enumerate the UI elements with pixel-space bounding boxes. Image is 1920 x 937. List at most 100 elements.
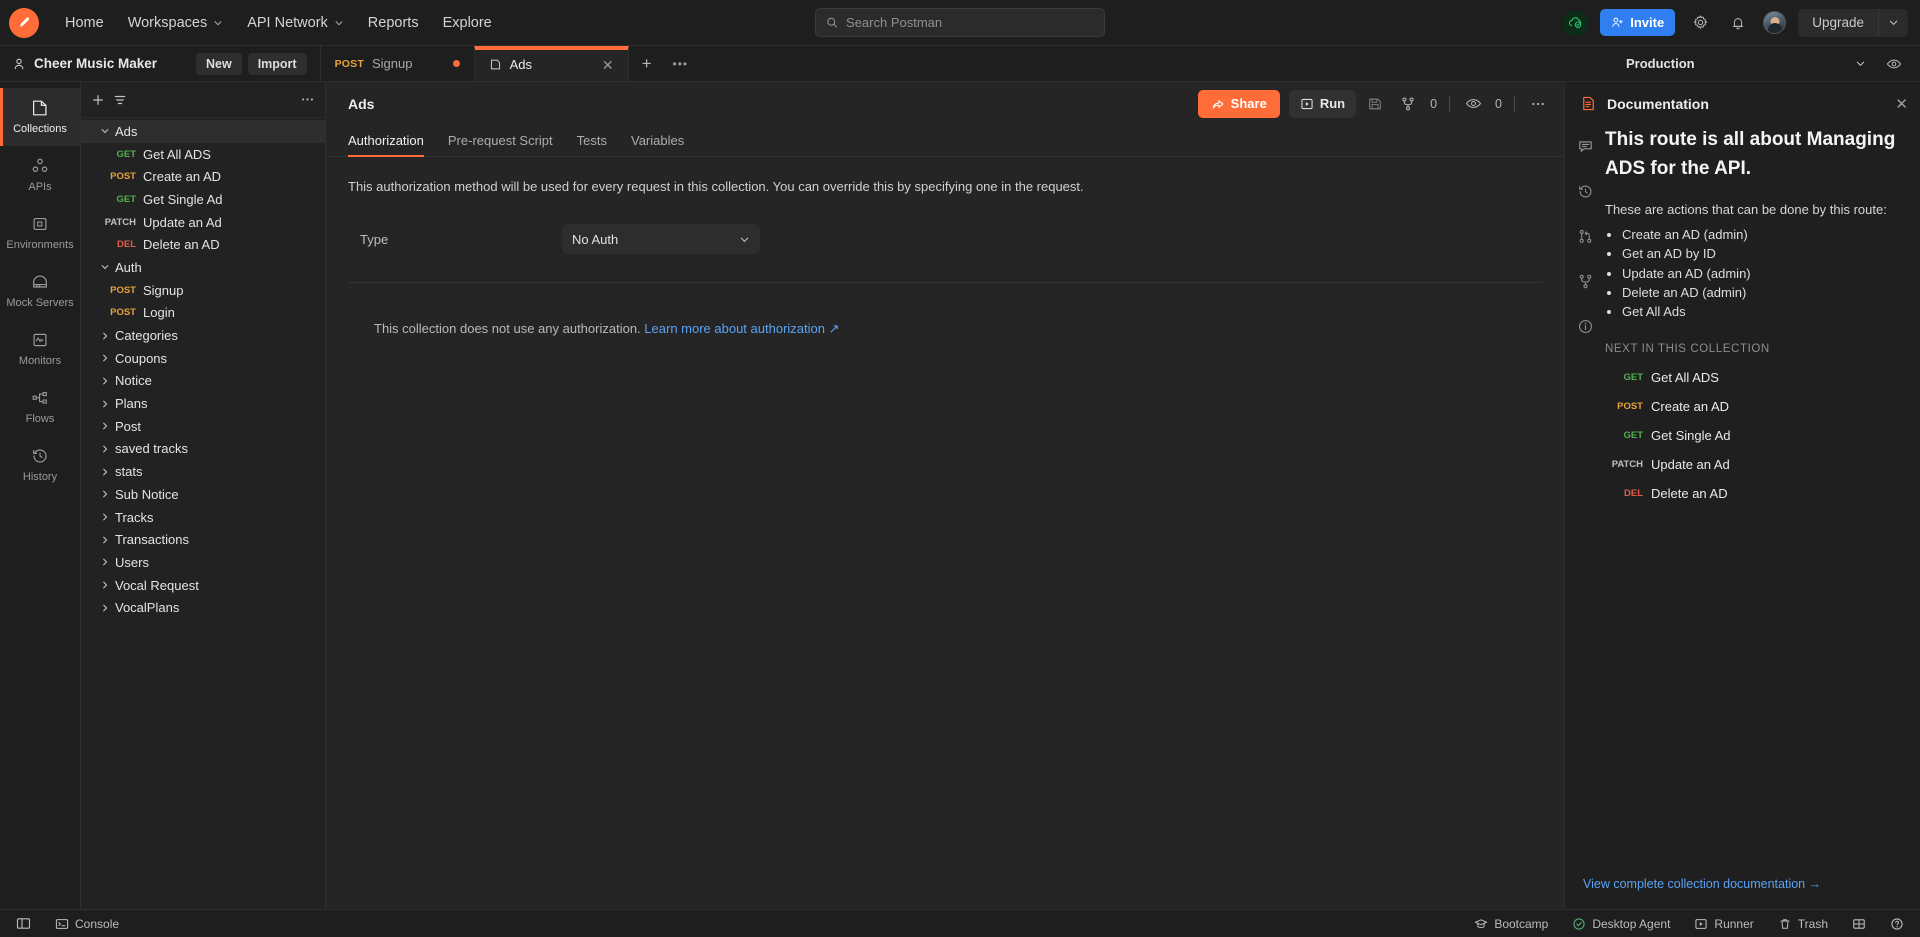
sidebar-item-apis[interactable]: APIs xyxy=(0,146,80,204)
watch-button[interactable] xyxy=(1459,90,1487,118)
environment-selector[interactable]: Production xyxy=(1616,46,1876,81)
sidebar-item-monitors[interactable]: Monitors xyxy=(0,320,80,378)
tab-tests[interactable]: Tests xyxy=(577,133,607,156)
chevron-right-icon[interactable] xyxy=(95,444,115,454)
auth-type-select[interactable]: No Auth xyxy=(562,224,760,254)
collection-request-row[interactable]: GET Get Single Ad xyxy=(81,188,325,211)
collection-folder-row[interactable]: Transactions xyxy=(81,528,325,551)
collection-request-row[interactable]: POST Signup xyxy=(81,279,325,302)
collection-folder-row[interactable]: Plans xyxy=(81,392,325,415)
runner-button[interactable]: Runner xyxy=(1690,915,1757,933)
user-avatar[interactable] xyxy=(1763,11,1787,34)
comments-icon[interactable] xyxy=(1572,133,1598,159)
help-button[interactable] xyxy=(1886,915,1908,933)
new-button[interactable]: New xyxy=(196,52,242,75)
collection-folder-row[interactable]: Users xyxy=(81,551,325,574)
chevron-right-icon[interactable] xyxy=(95,557,115,567)
collection-request-row[interactable]: POST Login xyxy=(81,302,325,325)
share-button[interactable]: Share xyxy=(1197,89,1280,118)
settings-button[interactable] xyxy=(1687,10,1713,36)
collection-more-options-icon[interactable] xyxy=(1524,90,1552,118)
chevron-down-icon[interactable] xyxy=(95,126,115,136)
collection-folder-row[interactable]: VocalPlans xyxy=(81,596,325,619)
sidebar-item-collections[interactable]: Collections xyxy=(0,88,80,146)
collection-request-row[interactable]: PATCH Update an Ad xyxy=(81,211,325,234)
nav-item-explore[interactable]: Explore xyxy=(431,9,504,37)
run-button[interactable]: Run xyxy=(1288,89,1357,118)
sidebar-item-environments[interactable]: Environments xyxy=(0,204,80,262)
chevron-right-icon[interactable] xyxy=(95,421,115,431)
global-search[interactable] xyxy=(815,8,1105,37)
view-complete-documentation-link[interactable]: View complete collection documentation → xyxy=(1583,877,1821,891)
tab-options-icon[interactable]: ••• xyxy=(665,46,697,81)
bootcamp-button[interactable]: Bootcamp xyxy=(1470,915,1552,933)
import-button[interactable]: Import xyxy=(247,52,307,75)
chevron-right-icon[interactable] xyxy=(95,580,115,590)
chevron-right-icon[interactable] xyxy=(95,331,115,341)
sidebar-search-input[interactable] xyxy=(133,87,295,112)
next-request-item[interactable]: GET Get All ADS xyxy=(1605,363,1902,392)
save-button[interactable] xyxy=(1361,90,1389,118)
environment-quick-look-button[interactable] xyxy=(1876,56,1912,72)
forks-icon[interactable] xyxy=(1572,268,1598,294)
activity-icon[interactable] xyxy=(1572,178,1598,204)
next-request-item[interactable]: GET Get Single Ad xyxy=(1605,421,1902,450)
tab-variables[interactable]: Variables xyxy=(631,133,684,156)
collection-folder-row[interactable]: Categories xyxy=(81,324,325,347)
collection-request-row[interactable]: DEL Delete an AD xyxy=(81,233,325,256)
invite-button[interactable]: Invite xyxy=(1600,9,1676,36)
chevron-down-icon[interactable] xyxy=(95,262,115,272)
workspace-selector[interactable]: Cheer Music Maker xyxy=(0,46,196,81)
postman-logo[interactable] xyxy=(9,7,39,38)
sidebar-more-options-icon[interactable] xyxy=(299,88,317,112)
sidebar-item-mock-servers[interactable]: Mock Servers xyxy=(0,262,80,320)
sync-status-icon[interactable] xyxy=(1562,9,1589,36)
nav-item-workspaces[interactable]: Workspaces xyxy=(116,9,236,37)
collection-request-row[interactable]: GET Get All ADS xyxy=(81,143,325,166)
tab-pre-request-script[interactable]: Pre-request Script xyxy=(448,133,553,156)
trash-button[interactable]: Trash xyxy=(1774,915,1832,933)
nav-item-reports[interactable]: Reports xyxy=(356,9,431,37)
learn-more-link[interactable]: Learn more about authorization ↗ xyxy=(644,321,839,336)
chevron-right-icon[interactable] xyxy=(95,535,115,545)
collection-folder-row[interactable]: Auth xyxy=(81,256,325,279)
close-icon[interactable]: ✕ xyxy=(1895,95,1908,113)
tab-authorization[interactable]: Authorization xyxy=(348,133,424,157)
sidebar-item-flows[interactable]: Flows xyxy=(0,378,80,436)
next-request-item[interactable]: POST Create an AD xyxy=(1605,392,1902,421)
layout-toggle-button[interactable] xyxy=(1848,915,1870,933)
collection-folder-row[interactable]: Vocal Request xyxy=(81,574,325,597)
nav-item-home[interactable]: Home xyxy=(53,9,116,37)
chevron-right-icon[interactable] xyxy=(95,467,115,477)
nav-item-api-network[interactable]: API Network xyxy=(235,9,356,37)
collection-folder-row[interactable]: Notice xyxy=(81,370,325,393)
collection-tab-ads[interactable]: Ads ✕ xyxy=(473,46,629,81)
collection-folder-row[interactable]: Tracks xyxy=(81,506,325,529)
next-request-item[interactable]: DEL Delete an AD xyxy=(1605,479,1902,508)
collection-folder-row[interactable]: Coupons xyxy=(81,347,325,370)
fork-button[interactable] xyxy=(1394,90,1422,118)
upgrade-button[interactable]: Upgrade xyxy=(1798,9,1878,37)
collections-tree[interactable]: Ads GET Get All ADS POST Create an AD GET Get … xyxy=(81,118,325,909)
chevron-right-icon[interactable] xyxy=(95,512,115,522)
chevron-right-icon[interactable] xyxy=(95,353,115,363)
info-icon[interactable] xyxy=(1572,313,1598,339)
pull-requests-icon[interactable] xyxy=(1572,223,1598,249)
desktop-agent-button[interactable]: Desktop Agent xyxy=(1568,915,1674,933)
filter-button[interactable] xyxy=(111,88,129,112)
chevron-right-icon[interactable] xyxy=(95,489,115,499)
next-request-item[interactable]: PATCH Update an Ad xyxy=(1605,450,1902,479)
sidebar-item-history[interactable]: History xyxy=(0,436,80,494)
new-tab-button[interactable]: + xyxy=(629,46,665,81)
notifications-button[interactable] xyxy=(1725,10,1751,36)
collection-folder-row[interactable]: Sub Notice xyxy=(81,483,325,506)
collection-folder-row[interactable]: saved tracks xyxy=(81,438,325,461)
request-tab-signup[interactable]: POST Signup xyxy=(319,46,475,81)
collection-folder-row[interactable]: Ads xyxy=(81,120,325,143)
upgrade-dropdown-button[interactable] xyxy=(1878,8,1908,37)
chevron-right-icon[interactable] xyxy=(95,603,115,613)
collection-request-row[interactable]: POST Create an AD xyxy=(81,165,325,188)
chevron-right-icon[interactable] xyxy=(95,399,115,409)
close-icon[interactable]: ✕ xyxy=(602,58,614,72)
toggle-sidebar-button[interactable] xyxy=(12,914,35,933)
